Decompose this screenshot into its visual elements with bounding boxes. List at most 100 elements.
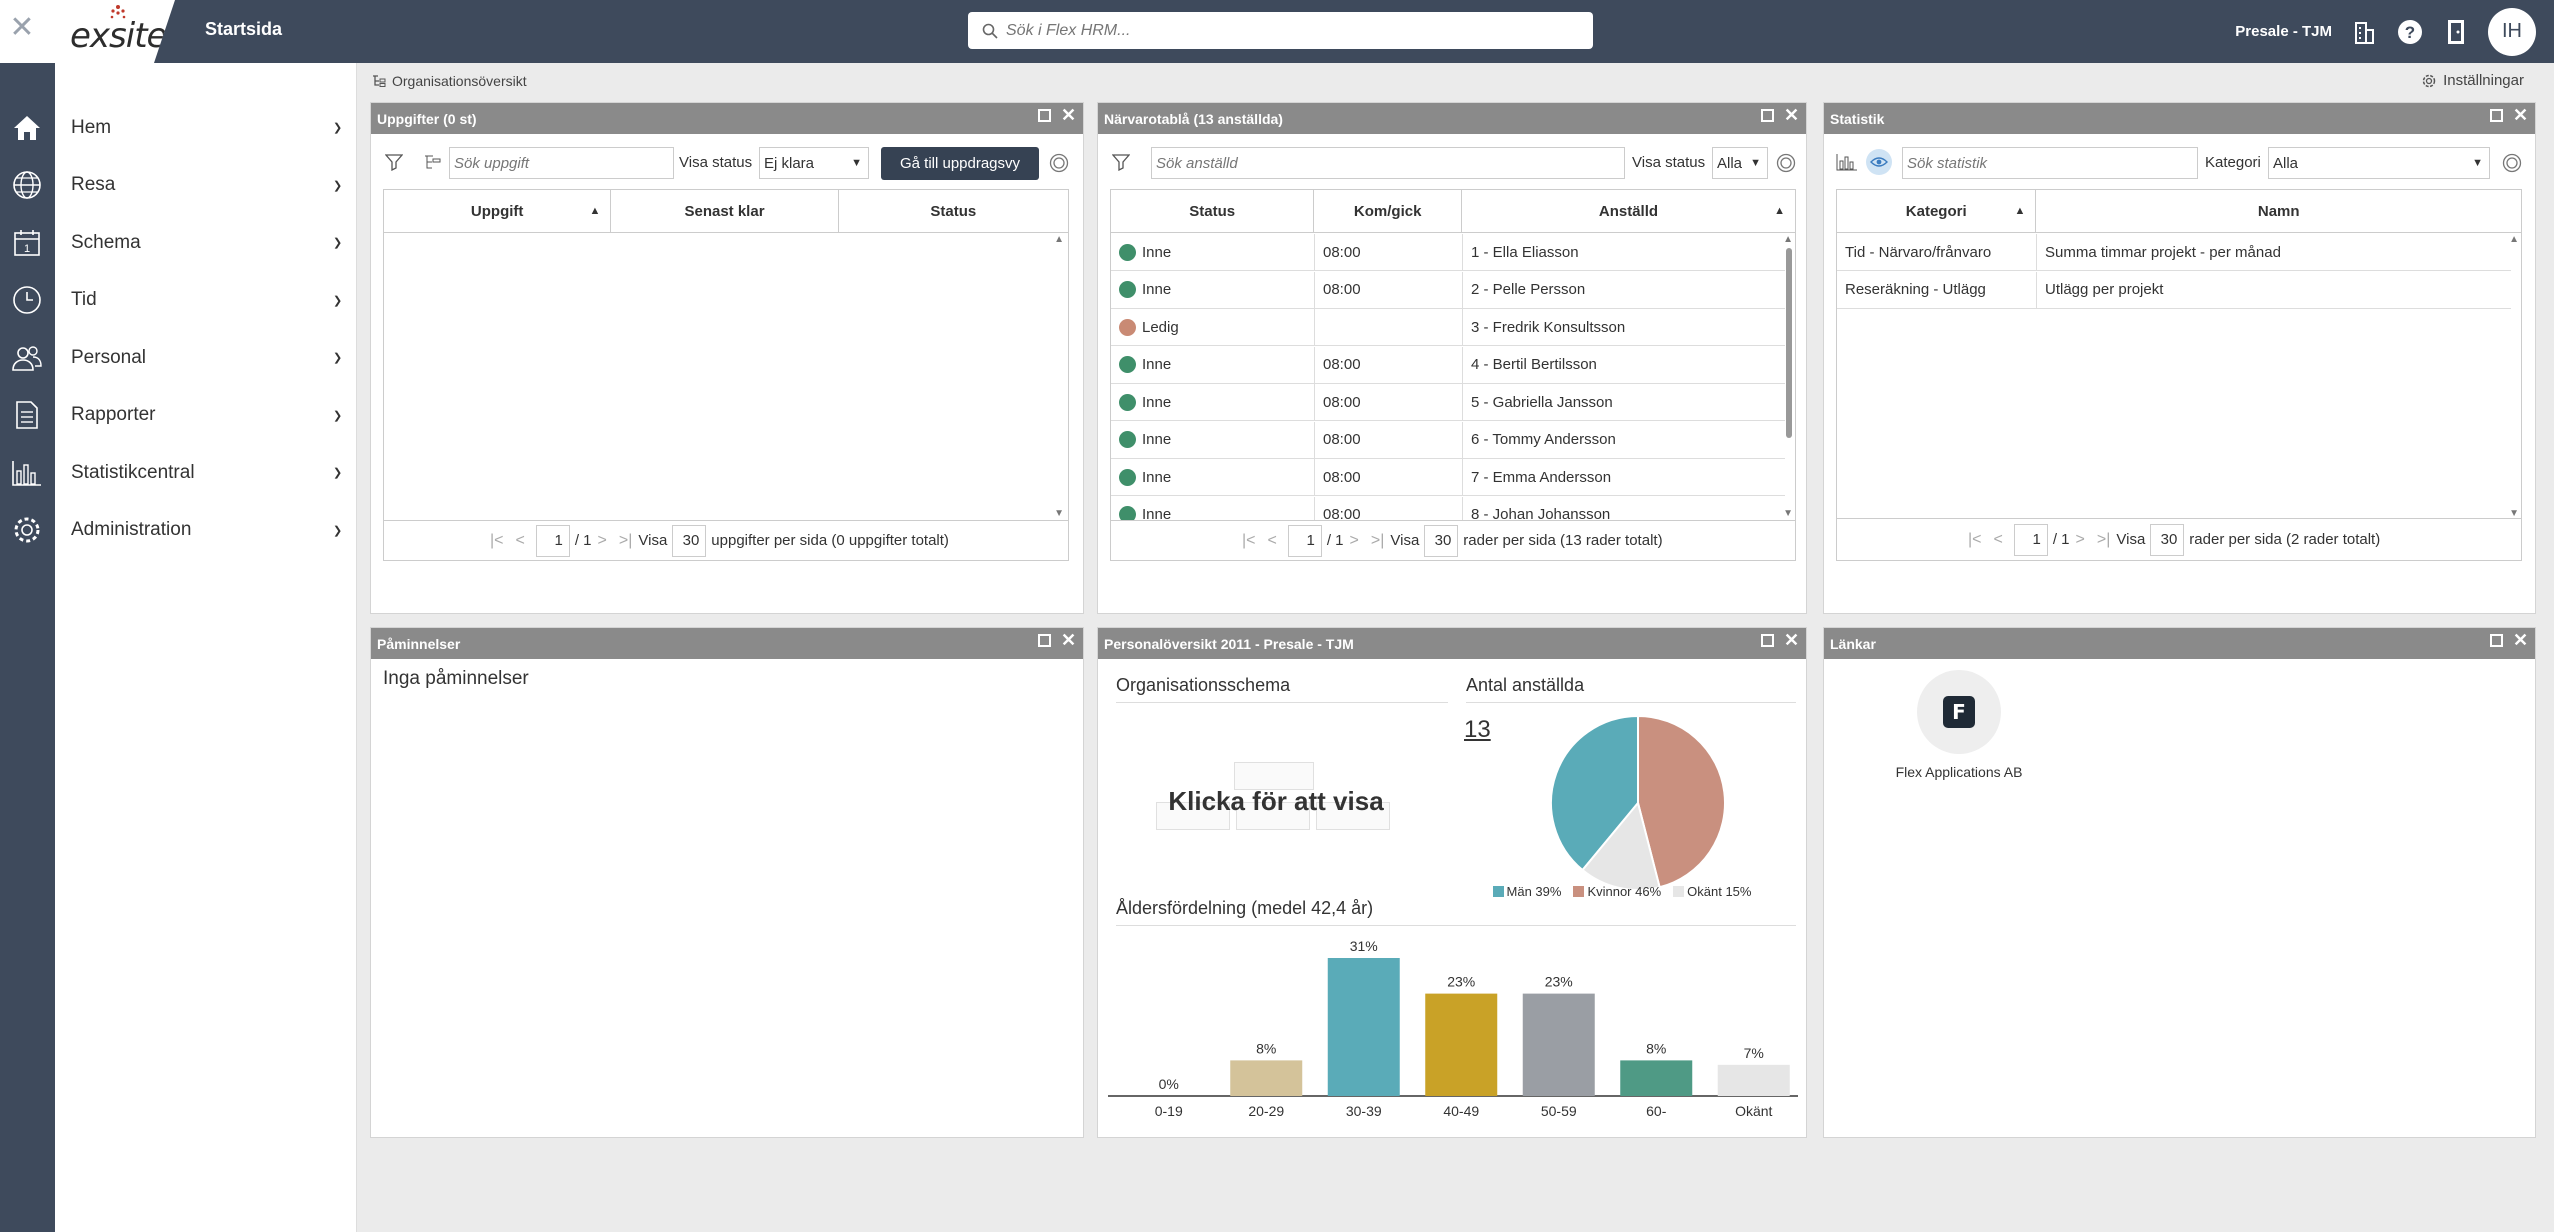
column-header[interactable]: Status bbox=[839, 190, 1068, 232]
table-row[interactable]: Tid - Närvaro/frånvaro Summa timmar proje… bbox=[1837, 234, 2511, 271]
task-status-select[interactable]: Ej klara ▼ bbox=[759, 147, 869, 179]
sidebar-item-personal[interactable]: Personal ❯ bbox=[0, 329, 357, 386]
prev-page-icon[interactable]: < bbox=[1268, 532, 1277, 550]
eye-icon[interactable] bbox=[1866, 149, 1892, 175]
maximize-icon[interactable] bbox=[1038, 109, 1051, 122]
sidebar-item-schema[interactable]: 1 Schema ❯ bbox=[0, 214, 357, 271]
close-icon[interactable]: ✕ bbox=[8, 13, 36, 43]
next-page-icon[interactable]: > bbox=[598, 532, 607, 550]
per-page-input[interactable]: 30 bbox=[672, 524, 707, 557]
link-flex-applications[interactable]: F Flex Applications AB bbox=[1874, 670, 2044, 780]
global-search[interactable] bbox=[968, 12, 1593, 49]
page-input[interactable]: 1 bbox=[2013, 523, 2048, 556]
org-chart-thumbnail[interactable]: Klicka för att visa bbox=[1156, 762, 1396, 842]
goto-assignments-button[interactable]: Gå till uppdragsvy bbox=[881, 147, 1039, 180]
column-header[interactable]: Uppgift ▲ bbox=[384, 190, 612, 232]
settings-link[interactable]: Inställningar bbox=[2421, 72, 2524, 89]
status-dot-icon bbox=[1119, 431, 1136, 448]
sidebar-item-rapporter[interactable]: Rapporter ❯ bbox=[0, 387, 357, 444]
chevron-right-icon: ❯ bbox=[333, 122, 343, 134]
close-icon[interactable]: ✕ bbox=[1784, 106, 1799, 124]
first-page-icon[interactable]: |< bbox=[1968, 531, 1982, 549]
category-select[interactable]: Alla ▼ bbox=[2268, 147, 2490, 179]
scroll-up-icon[interactable]: ▲ bbox=[1783, 234, 1793, 245]
close-icon[interactable]: ✕ bbox=[1784, 631, 1799, 649]
org-name[interactable]: Presale - TJM bbox=[2235, 23, 2332, 40]
employee-search-input[interactable]: Sök anställd bbox=[1151, 147, 1625, 179]
scroll-up-icon[interactable]: ▲ bbox=[1054, 234, 1064, 245]
scrollbar[interactable] bbox=[1786, 248, 1792, 438]
close-icon[interactable]: ✕ bbox=[1061, 631, 1076, 649]
table-row[interactable]: Inne 08:00 4 - Bertil Bertilsson bbox=[1111, 346, 1785, 384]
next-page-icon[interactable]: > bbox=[1350, 532, 1359, 550]
table-row[interactable]: Inne 08:00 7 - Emma Andersson bbox=[1111, 459, 1785, 496]
age-bar-chart: 0% 0-19 8% 20-29 31% 30-39 23% 40-49 23% 50-59 8% 6… bbox=[1108, 938, 1798, 1119]
prev-page-icon[interactable]: < bbox=[1994, 531, 2003, 549]
breadcrumb[interactable]: Organisationsöversikt bbox=[372, 73, 527, 89]
sidebar-item-statistikcentral[interactable]: Statistikcentral ❯ bbox=[0, 444, 357, 501]
column-header[interactable]: Kom/gick bbox=[1314, 190, 1462, 232]
last-page-icon[interactable]: >| bbox=[2097, 531, 2111, 549]
scroll-up-icon[interactable]: ▲ bbox=[2509, 234, 2519, 245]
sort-up-icon: ▲ bbox=[2014, 205, 2026, 217]
table-row[interactable]: Ledig 3 - Fredrik Konsultsson bbox=[1111, 309, 1785, 346]
per-page-input[interactable]: 30 bbox=[2150, 523, 2185, 556]
statistics-search-input[interactable]: Sök statistik bbox=[1902, 147, 2198, 179]
maximize-icon[interactable] bbox=[1761, 634, 1774, 647]
maximize-icon[interactable] bbox=[1761, 109, 1774, 122]
column-header[interactable]: Status bbox=[1111, 190, 1315, 232]
last-page-icon[interactable]: >| bbox=[619, 532, 633, 550]
scroll-down-icon[interactable]: ▼ bbox=[1783, 508, 1793, 519]
scroll-down-icon[interactable]: ▼ bbox=[1054, 508, 1064, 519]
table-row[interactable]: Inne 08:00 2 - Pelle Persson bbox=[1111, 271, 1785, 309]
first-page-icon[interactable]: |< bbox=[490, 532, 504, 550]
last-page-icon[interactable]: >| bbox=[1371, 532, 1385, 550]
maximize-icon[interactable] bbox=[2490, 109, 2503, 122]
close-icon[interactable]: ✕ bbox=[2513, 106, 2528, 124]
sidebar-item-resa[interactable]: Resa ❯ bbox=[0, 157, 357, 214]
pager-text: rader per sida (2 rader totalt) bbox=[2189, 531, 2381, 548]
refresh-icon[interactable] bbox=[1049, 153, 1069, 173]
task-search-input[interactable]: Sök uppgift bbox=[449, 147, 674, 179]
employee-count[interactable]: 13 bbox=[1464, 716, 1491, 744]
table-row[interactable]: Inne 08:00 1 - Ella Eliasson bbox=[1111, 234, 1785, 271]
org-chart-click-label[interactable]: Klicka för att visa bbox=[1156, 786, 1396, 817]
table-row[interactable]: Inne 08:00 5 - Gabriella Jansson bbox=[1111, 384, 1785, 421]
attendance-status-select[interactable]: Alla ▼ bbox=[1712, 147, 1768, 179]
column-header[interactable]: Namn bbox=[2036, 190, 2521, 232]
help-icon[interactable]: ? bbox=[2396, 18, 2424, 46]
per-page-input[interactable]: 30 bbox=[1424, 524, 1459, 557]
bar-chart-icon[interactable] bbox=[1836, 153, 1858, 171]
first-page-icon[interactable]: |< bbox=[1242, 532, 1256, 550]
maximize-icon[interactable] bbox=[1038, 634, 1051, 647]
panel-title: Uppgifter (0 st) bbox=[377, 110, 477, 127]
close-icon[interactable]: ✕ bbox=[2513, 631, 2528, 649]
building-icon[interactable] bbox=[2350, 18, 2378, 46]
column-header[interactable]: Kategori ▲ bbox=[1837, 190, 2037, 232]
sidebar-item-tid[interactable]: Tid ❯ bbox=[0, 272, 357, 329]
refresh-icon[interactable] bbox=[2502, 153, 2522, 173]
column-header[interactable]: Senast klar bbox=[611, 190, 839, 232]
table-row[interactable]: Inne 08:00 6 - Tommy Andersson bbox=[1111, 421, 1785, 459]
table-row[interactable]: Reseräkning - Utlägg Utlägg per projekt bbox=[1837, 271, 2511, 309]
legend-swatch bbox=[1673, 886, 1685, 897]
time-cell bbox=[1315, 309, 1463, 345]
filter-icon[interactable] bbox=[1112, 153, 1130, 171]
logout-door-icon[interactable] bbox=[2442, 18, 2470, 46]
table-row[interactable]: Inne 08:00 8 - Johan Johansson bbox=[1111, 496, 1785, 520]
page-input[interactable]: 1 bbox=[535, 524, 570, 557]
sidebar-item-administration[interactable]: Administration ❯ bbox=[0, 502, 357, 559]
global-search-input[interactable] bbox=[1006, 21, 1566, 40]
sidebar-item-label: Rapporter bbox=[71, 404, 156, 425]
list-filter-icon[interactable] bbox=[424, 154, 442, 170]
close-icon[interactable]: ✕ bbox=[1061, 106, 1076, 124]
filter-icon[interactable] bbox=[385, 153, 403, 171]
page-input[interactable]: 1 bbox=[1287, 524, 1322, 557]
avatar[interactable]: IH bbox=[2488, 7, 2536, 56]
column-header[interactable]: Anställd ▲ bbox=[1462, 190, 1795, 232]
next-page-icon[interactable]: > bbox=[2076, 531, 2085, 549]
prev-page-icon[interactable]: < bbox=[516, 532, 525, 550]
sidebar-item-hem[interactable]: Hem ❯ bbox=[0, 99, 357, 156]
refresh-icon[interactable] bbox=[1776, 153, 1796, 173]
maximize-icon[interactable] bbox=[2490, 634, 2503, 647]
